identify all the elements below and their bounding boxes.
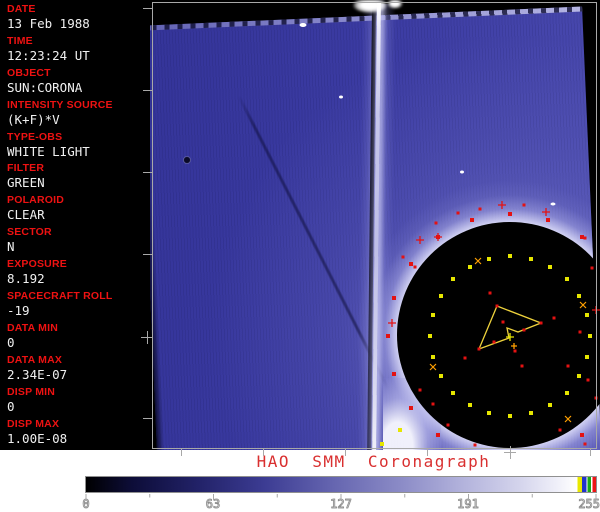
field-label: DISP MAX: [7, 418, 150, 430]
field-row-sector: SECTORN: [7, 226, 150, 258]
colorbar-tick-label: 255: [556, 497, 600, 511]
colorbar-tick-label: 0: [64, 497, 108, 511]
field-value: SUN:CORONA: [7, 80, 150, 96]
field-value: GREEN: [7, 175, 150, 191]
field-row-intensity-source: INTENSITY SOURCE(K+F)*V: [7, 99, 150, 131]
field-value: 12:23:24 UT: [7, 48, 150, 64]
field-value: CLEAR: [7, 207, 150, 223]
field-value: 2.34E-07: [7, 367, 150, 383]
field-row-object: OBJECTSUN:CORONA: [7, 67, 150, 99]
field-label: SECTOR: [7, 226, 150, 238]
field-label: DATA MAX: [7, 354, 150, 366]
field-row-disp-min: DISP MIN0: [7, 386, 150, 418]
field-row-filter: FILTERGREEN: [7, 162, 150, 194]
colorbar: [85, 476, 597, 493]
field-row-data-max: DATA MAX2.34E-07: [7, 354, 150, 386]
colorbar-tick-label: 127: [319, 497, 363, 511]
field-row-date: DATE13 Feb 1988: [7, 3, 150, 35]
field-row-polaroid: POLAROIDCLEAR: [7, 194, 150, 226]
field-value: 0: [7, 335, 150, 351]
field-row-type-obs: TYPE-OBSWHITE LIGHT: [7, 131, 150, 163]
field-label: DATE: [7, 3, 150, 15]
metadata-sidebar: DATE13 Feb 1988 TIME12:23:24 UT OBJECTSU…: [0, 0, 150, 450]
field-label: TIME: [7, 35, 150, 47]
field-label: FILTER: [7, 162, 150, 174]
field-label: DISP MIN: [7, 386, 150, 398]
field-value: N: [7, 239, 150, 255]
field-row-data-min: DATA MIN0: [7, 322, 150, 354]
plot-title: HAO SMM Coronagraph: [150, 452, 597, 471]
colorbar-gradient: [86, 477, 596, 492]
field-value: 1.00E-08: [7, 431, 150, 447]
field-label: SPACECRAFT ROLL: [7, 290, 150, 302]
coronagraph-display: [150, 0, 600, 450]
bottom-strip: HAO SMM Coronagraph 0 63 127 191 255: [0, 450, 600, 512]
colorbar-tick-label: 191: [446, 497, 490, 511]
field-value: -19: [7, 303, 150, 319]
field-value: 13 Feb 1988: [7, 16, 150, 32]
app-window: DATE13 Feb 1988 TIME12:23:24 UT OBJECTSU…: [0, 0, 600, 512]
field-label: TYPE-OBS: [7, 131, 150, 143]
field-value: 8.192: [7, 271, 150, 287]
field-label: INTENSITY SOURCE: [7, 99, 150, 111]
field-row-time: TIME12:23:24 UT: [7, 35, 150, 67]
field-row-exposure: EXPOSURE8.192: [7, 258, 150, 290]
colorbar-tick-label: 63: [191, 497, 235, 511]
field-label: POLAROID: [7, 194, 150, 206]
field-value: (K+F)*V: [7, 112, 150, 128]
field-value: WHITE LIGHT: [7, 144, 150, 160]
field-row-spacecraft-roll: SPACECRAFT ROLL-19: [7, 290, 150, 322]
field-label: DATA MIN: [7, 322, 150, 334]
field-value: 0: [7, 399, 150, 415]
field-row-disp-max: DISP MAX1.00E-08: [7, 418, 150, 450]
field-label: EXPOSURE: [7, 258, 150, 270]
field-label: OBJECT: [7, 67, 150, 79]
star-marker-overlay: [150, 0, 600, 448]
